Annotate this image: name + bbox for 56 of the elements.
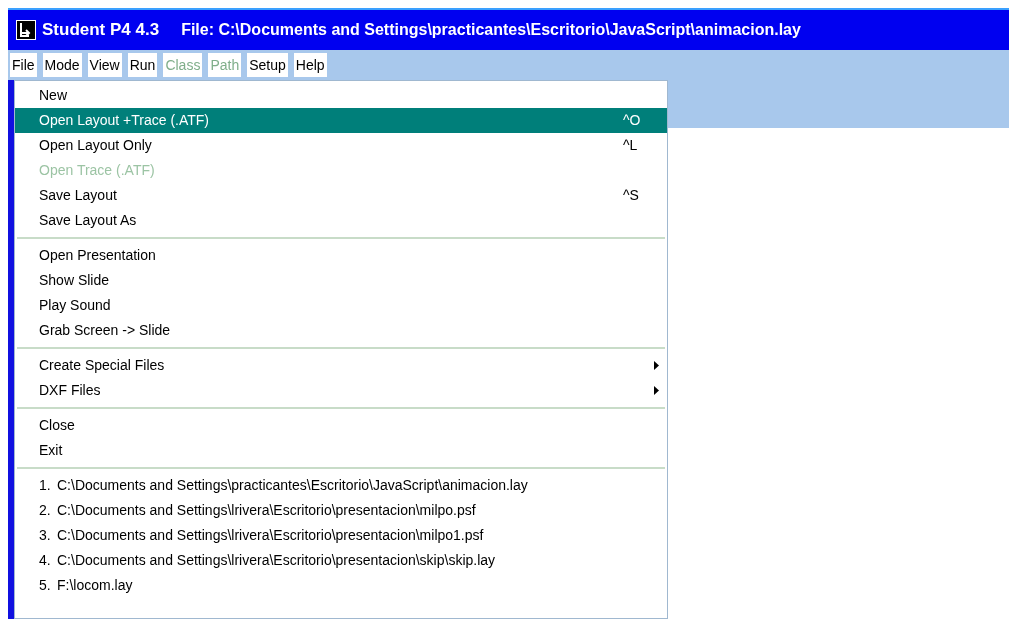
item-number: 5. xyxy=(39,576,52,595)
menu-item[interactable]: Grab Screen -> Slide xyxy=(15,318,667,343)
item-number: 3. xyxy=(39,526,52,545)
menu-bar-item[interactable]: File xyxy=(10,53,37,77)
menu-item[interactable]: Play Sound xyxy=(15,293,667,318)
menu-item[interactable]: DXF Files xyxy=(15,378,667,403)
item-label: C:\Documents and Settings\practicantes\Escritorio\JavaScript\animacion.lay xyxy=(57,476,529,495)
menu-item[interactable]: Create Special Files xyxy=(15,353,667,378)
shortcut: ^O xyxy=(623,111,642,130)
menu-item[interactable]: Save Layout ^S xyxy=(15,183,667,208)
shortcut: ^S xyxy=(623,186,640,205)
menu-item[interactable]: 1. C:\Documents and Settings\practicantes\Escritorio\JavaScript\animacion.lay xyxy=(15,473,667,498)
menu-item[interactable]: 3. C:\Documents and Settings\lrivera\Escritorio\presentacion\milpo1.psf xyxy=(15,523,667,548)
menu-bar-item[interactable]: Mode xyxy=(42,53,82,77)
menu-item[interactable]: 4. C:\Documents and Settings\lrivera\Escritorio\presentacion\skip\skip.lay xyxy=(15,548,667,573)
menu-bar-item[interactable]: Setup xyxy=(247,53,288,77)
item-label: Exit xyxy=(39,441,64,460)
item-label: C:\Documents and Settings\lrivera\Escritorio\presentacion\milpo1.psf xyxy=(57,526,485,545)
item-label: Show Slide xyxy=(39,271,111,290)
item-label: Create Special Files xyxy=(39,356,166,375)
menu-item[interactable]: 2. C:\Documents and Settings\lrivera\Escritorio\presentacion\milpo.psf xyxy=(15,498,667,523)
window-title: Student P4 4.3 xyxy=(42,19,160,42)
item-label: Open Layout Only xyxy=(39,136,153,155)
item-label: Save Layout As xyxy=(39,211,138,230)
app-icon xyxy=(16,20,36,40)
item-label: Save Layout xyxy=(39,186,118,205)
menu-bar-item[interactable]: Run xyxy=(127,53,158,77)
item-label: C:\Documents and Settings\lrivera\Escritorio\presentacion\milpo.psf xyxy=(57,501,477,520)
menu-bar-item[interactable]: Help xyxy=(293,53,327,77)
menu-item[interactable]: Open Layout Only ^L xyxy=(15,133,667,158)
menu-item[interactable]: Show Slide xyxy=(15,268,667,293)
menu-bar-item[interactable]: View xyxy=(87,53,122,77)
item-label: F:\locom.lay xyxy=(57,576,134,595)
file-path: File: C:\Documents and Settings\practicantes\Escritorio\JavaScript\animacion.lay xyxy=(181,20,801,40)
item-label: Play Sound xyxy=(39,296,112,315)
item-number: 4. xyxy=(39,551,52,570)
menu-item[interactable]: Open Layout +Trace (.ATF) ^O xyxy=(15,108,667,133)
menu-item[interactable]: Exit xyxy=(15,438,667,463)
submenu-arrow-icon xyxy=(654,386,659,395)
item-label: Open Presentation xyxy=(39,246,157,265)
item-label: New xyxy=(39,86,68,105)
item-number: 2. xyxy=(39,501,52,520)
item-label: Close xyxy=(39,416,76,435)
item-label: C:\Documents and Settings\lrivera\Escritorio\presentacion\skip\skip.lay xyxy=(57,551,497,570)
item-label: Open Trace (.ATF) xyxy=(39,161,156,180)
menu-item[interactable]: 5. F:\locom.lay xyxy=(15,573,667,598)
shortcut: ^L xyxy=(623,136,639,155)
menu-item[interactable]: Open Presentation xyxy=(15,243,667,268)
menu-item[interactable]: New xyxy=(15,83,667,108)
submenu-arrow-icon xyxy=(654,361,659,370)
item-label: Open Layout +Trace (.ATF) xyxy=(39,111,210,130)
item-label: DXF Files xyxy=(39,381,102,400)
item-label: Grab Screen -> Slide xyxy=(39,321,172,340)
item-number: 1. xyxy=(39,476,52,495)
menu-item[interactable]: Save Layout As xyxy=(15,208,667,233)
menu-item[interactable]: Close xyxy=(15,413,667,438)
